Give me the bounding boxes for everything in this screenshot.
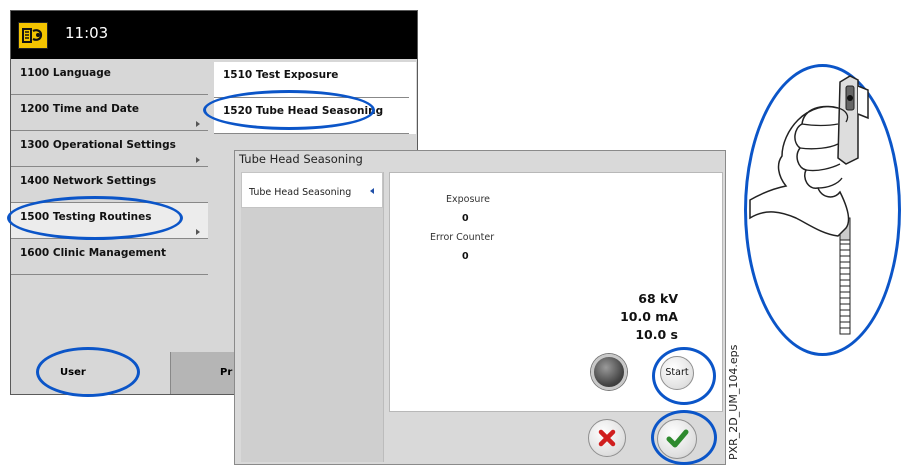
error-counter-value: 0 [462,251,469,262]
chevron-right-icon [196,229,200,235]
menu-item-label: 1300 Operational Settings [20,139,176,151]
highlight-ring-tube-head-seasoning [203,90,375,130]
highlight-ring-testing-routines [7,196,183,240]
exposure-indicator-button[interactable] [591,354,627,390]
chevron-right-icon [196,121,200,127]
kv-value: 68 kV [638,291,678,306]
menu-item-label: 1400 Network Settings [20,175,157,187]
top-bar: 11:03 [11,11,417,59]
menu-item-time-and-date[interactable]: 1200 Time and Date [11,95,208,131]
file-name-caption: PXR_2D_UM_104.eps [727,344,740,460]
chevron-right-icon [196,157,200,163]
exposure-value: 0 [462,213,469,224]
submenu-item-label: 1510 Test Exposure [223,69,339,81]
chevron-left-icon [370,188,374,194]
dialog-sidebar: Tube Head Seasoning [241,172,384,462]
cancel-button[interactable] [588,419,626,457]
dialog-title: Tube Head Seasoning [239,152,363,166]
exposure-label: Exposure [446,194,490,205]
wrench-book-icon [18,22,48,49]
sidebar-item-label: Tube Head Seasoning [249,187,352,198]
menu-item-clinic-management[interactable]: 1600 Clinic Management [11,239,208,275]
clock-time: 11:03 [65,24,109,42]
menu-item-label: 1200 Time and Date [20,103,140,115]
s-value: 10.0 s [635,327,678,342]
highlight-ring-user-tab [36,347,140,397]
ma-value: 10.0 mA [620,309,678,324]
close-icon [598,429,616,447]
tab-label: Pr [220,367,233,378]
menu-item-language[interactable]: 1100 Language [11,59,208,95]
highlight-ring-confirm-button [651,410,717,465]
tube-head-seasoning-dialog: Tube Head Seasoning Tube Head Seasoning … [234,150,726,465]
menu-item-label: 1100 Language [20,67,111,79]
menu-item-operational-settings[interactable]: 1300 Operational Settings [11,131,208,167]
highlight-ring-start-button [652,347,716,405]
sidebar-item-tube-head-seasoning[interactable]: Tube Head Seasoning [241,172,383,208]
hand-switch-illustration [749,75,869,335]
error-counter-label: Error Counter [430,232,495,243]
menu-item-label: 1600 Clinic Management [20,247,167,259]
menu-empty-row [11,275,208,311]
